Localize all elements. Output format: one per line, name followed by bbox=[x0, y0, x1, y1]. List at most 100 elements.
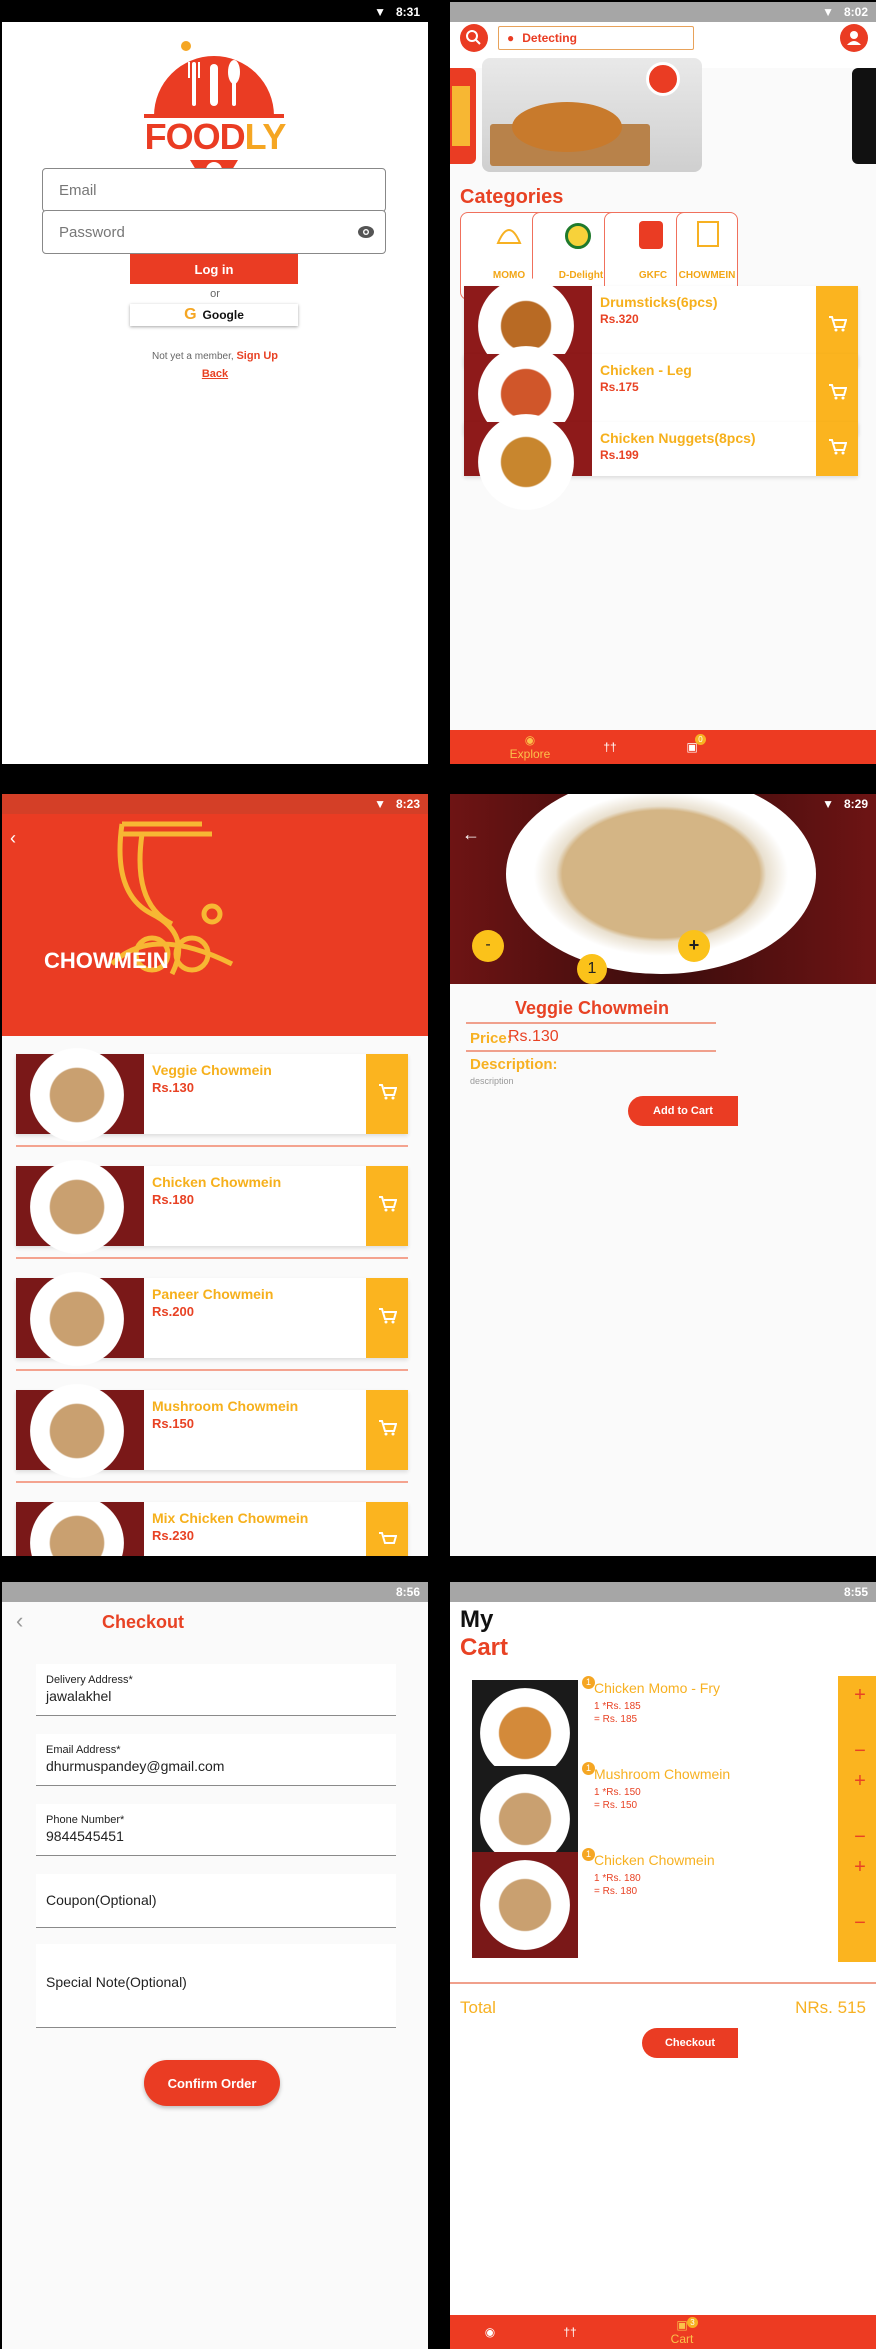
bottom-nav: ◉ †† ▣ Cart 3 bbox=[450, 2315, 876, 2349]
status-time: 8:29 bbox=[843, 797, 868, 811]
banner-badge bbox=[646, 62, 680, 96]
cart-icon: ▣ bbox=[676, 2318, 688, 2332]
cart-badge: 0 bbox=[695, 734, 706, 745]
special-note-field[interactable]: Special Note(Optional) bbox=[36, 1944, 396, 2028]
increase-button[interactable]: + bbox=[678, 930, 710, 962]
total-value: NRs. 515 bbox=[795, 1998, 866, 2017]
price-value: Rs.130 bbox=[508, 1028, 559, 1045]
confirm-order-button[interactable]: Confirm Order bbox=[144, 2060, 280, 2106]
cart-badge: 3 bbox=[687, 2317, 698, 2328]
noodle-icon bbox=[697, 221, 719, 247]
status-time: 8:02 bbox=[843, 5, 868, 19]
divider bbox=[450, 1982, 876, 1984]
add-cart-icon bbox=[827, 315, 848, 338]
nav-cart[interactable]: ▣ 0 bbox=[672, 730, 712, 764]
email-field[interactable]: Email bbox=[42, 168, 386, 212]
food-image bbox=[16, 1502, 144, 1556]
food-item-card[interactable]: Chicken Nuggets(8pcs) Rs.199 bbox=[464, 414, 858, 510]
google-icon: G bbox=[184, 306, 197, 323]
location-field[interactable]: ● Detecting bbox=[498, 26, 694, 50]
delivery-address-field[interactable]: Delivery Address* jawalakhel bbox=[36, 1664, 396, 1716]
status-time: 8:31 bbox=[395, 5, 420, 19]
noodle-plate-image bbox=[506, 794, 816, 974]
increase-button[interactable]: + bbox=[838, 1856, 876, 1879]
search-button[interactable] bbox=[460, 24, 488, 52]
add-cart-icon bbox=[377, 1083, 398, 1106]
food-item-card[interactable]: Chicken Chowmein Rs.180 bbox=[16, 1160, 408, 1254]
login-screen: ▼ 8:31 FOODLY Email Password Log in or G… bbox=[2, 2, 428, 764]
cart-screen: 8:55 My Cart 1 Chicken Momo - Fry 1 *Rs.… bbox=[450, 1582, 876, 2349]
food-item-card[interactable]: Mushroom Chowmein Rs.150 bbox=[16, 1384, 408, 1478]
category-header: ‹ CHOWMEIN bbox=[2, 814, 428, 1036]
login-button[interactable]: Log in bbox=[130, 254, 298, 284]
explore-screen: ▼ 8:02 ● Detecting Categories MOMO D-Delig… bbox=[450, 2, 876, 764]
add-cart-icon bbox=[377, 1307, 398, 1330]
d-delight-logo bbox=[565, 223, 591, 249]
food-detail-screen: ▼ 8:29 ← - + 1 Veggie Chowmein Price: Rs.… bbox=[450, 794, 876, 1556]
location-icon: ▼ bbox=[374, 5, 386, 19]
cart-title-cart: Cart bbox=[460, 1634, 509, 1661]
food-image bbox=[464, 414, 592, 510]
nav-explore[interactable]: ◉ bbox=[470, 2315, 510, 2349]
email-field[interactable]: Email Address* dhurmuspandey@gmail.com bbox=[36, 1734, 396, 1786]
add-to-cart-button[interactable] bbox=[366, 1278, 408, 1358]
food-name: Veggie Chowmein bbox=[514, 998, 670, 1018]
status-bar: ▼ 8:23 bbox=[2, 794, 428, 814]
signup-prompt: Not yet a member, Sign Up bbox=[151, 350, 279, 362]
nav-cart[interactable]: ▣ Cart 3 bbox=[652, 2315, 712, 2349]
food-image bbox=[16, 1384, 144, 1478]
back-link[interactable]: Back bbox=[2, 368, 428, 380]
status-bar: ▼ 8:02 bbox=[450, 2, 876, 22]
compass-icon: ◉ bbox=[524, 733, 536, 747]
decrease-button[interactable]: − bbox=[838, 1912, 876, 1935]
back-arrow-icon[interactable]: ‹ bbox=[10, 828, 16, 849]
item-price-lines: 1 *Rs. 180 = Rs. 180 bbox=[594, 1873, 641, 1897]
food-item-card[interactable]: Mix Chicken Chowmein Rs.230 bbox=[16, 1502, 408, 1556]
profile-button[interactable] bbox=[840, 24, 868, 52]
gkfc-logo bbox=[639, 221, 663, 249]
phone-field[interactable]: Phone Number* 9844545451 bbox=[36, 1804, 396, 1856]
coupon-field[interactable]: Coupon(Optional) bbox=[36, 1874, 396, 1928]
increase-button[interactable]: + bbox=[838, 1684, 876, 1707]
signup-link[interactable]: Sign Up bbox=[236, 350, 278, 362]
decrease-button[interactable]: − bbox=[838, 1740, 876, 1763]
fork-knife-icon: †† bbox=[563, 2325, 577, 2339]
banner-next[interactable] bbox=[852, 68, 876, 164]
checkout-button[interactable]: Checkout bbox=[642, 2028, 738, 2058]
add-to-cart-button[interactable] bbox=[366, 1390, 408, 1470]
promo-banner[interactable] bbox=[482, 58, 702, 172]
category-screen: ▼ 8:23 ‹ CHOWMEIN Veggie Chowmein Rs.130 … bbox=[2, 794, 428, 1556]
status-time: 8:56 bbox=[395, 1585, 420, 1599]
or-label: or bbox=[210, 288, 220, 300]
nav-explore[interactable]: ◉ Explore bbox=[490, 730, 570, 764]
add-to-cart-button[interactable] bbox=[366, 1166, 408, 1246]
decrease-button[interactable]: - bbox=[472, 930, 504, 962]
banner-prev[interactable] bbox=[450, 68, 476, 164]
compass-icon: ◉ bbox=[484, 2325, 496, 2339]
divider bbox=[466, 1050, 716, 1052]
google-signin-button[interactable]: G Google bbox=[130, 304, 298, 326]
decrease-button[interactable]: − bbox=[838, 1826, 876, 1849]
cart-title-my: My bbox=[460, 1606, 494, 1633]
eye-icon[interactable] bbox=[357, 225, 375, 243]
add-to-cart-button[interactable] bbox=[816, 422, 858, 476]
food-item-card[interactable]: Veggie Chowmein Rs.130 bbox=[16, 1048, 408, 1142]
item-price-lines: 1 *Rs. 185 = Rs. 185 bbox=[594, 1701, 641, 1725]
back-arrow-icon[interactable]: ← bbox=[462, 824, 480, 845]
quantity-badge: 1 bbox=[577, 954, 607, 984]
add-to-cart-button[interactable]: Add to Cart bbox=[628, 1096, 738, 1126]
add-cart-icon bbox=[377, 1195, 398, 1218]
quantity-controls: + − bbox=[838, 1848, 876, 1962]
add-to-cart-button[interactable] bbox=[366, 1502, 408, 1556]
description-label: Description: bbox=[470, 1056, 558, 1073]
fork-knife-icon: †† bbox=[603, 740, 617, 754]
divider bbox=[16, 1481, 408, 1483]
increase-button[interactable]: + bbox=[838, 1770, 876, 1793]
food-image bbox=[16, 1272, 144, 1366]
status-time: 8:23 bbox=[395, 797, 420, 811]
add-to-cart-button[interactable] bbox=[366, 1054, 408, 1134]
food-item-card[interactable]: Paneer Chowmein Rs.200 bbox=[16, 1272, 408, 1366]
nav-menu[interactable]: †† bbox=[590, 730, 630, 764]
nav-menu[interactable]: †† bbox=[550, 2315, 590, 2349]
password-field[interactable]: Password bbox=[42, 210, 386, 254]
